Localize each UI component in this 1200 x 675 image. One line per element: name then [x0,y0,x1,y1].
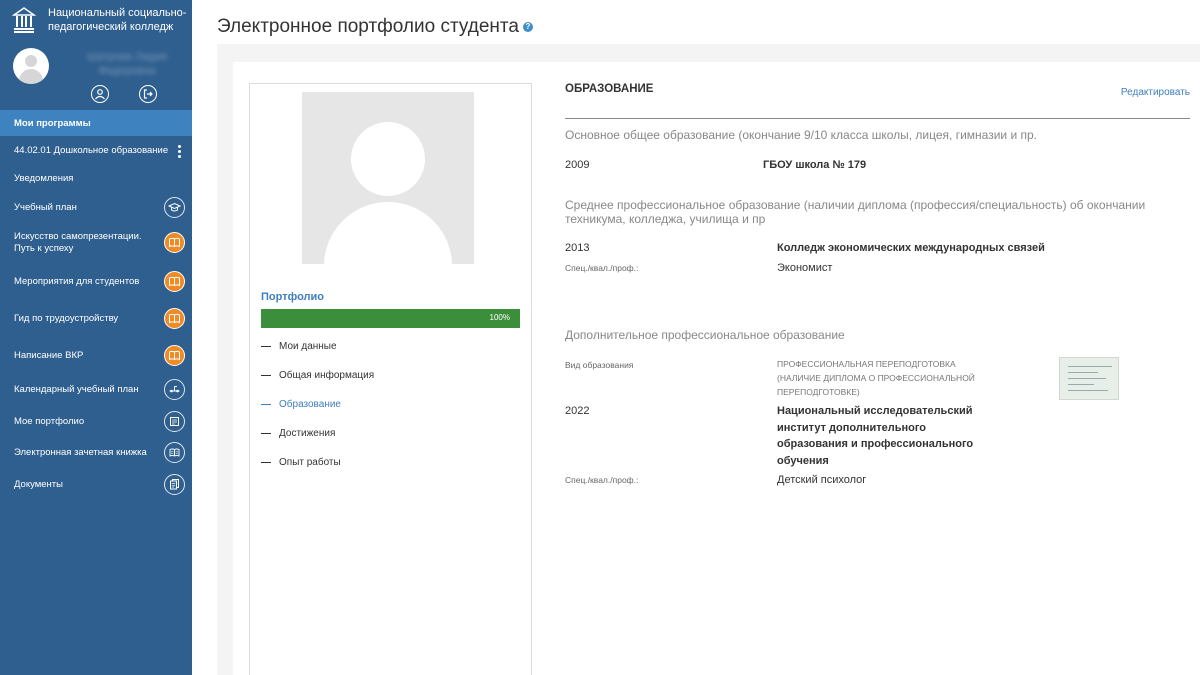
portfolio-menu-label: Достижения [279,428,336,439]
sidebar-item-study-plan[interactable]: Учебный план [0,191,192,223]
secondary-education-year: 2013 [565,242,590,254]
portfolio-menu-work-experience[interactable]: Опыт работы [261,457,341,468]
portfolio-menu-label: Образование [279,399,341,410]
sidebar-item-label: Уведомления [14,173,74,184]
sidebar-item-label: Документы [14,479,63,490]
edit-link[interactable]: Редактировать [1121,87,1190,98]
education-header: ОБРАЗОВАНИЕ Редактировать [565,83,1190,119]
portfolio-menu-achievements[interactable]: Достижения [261,428,335,439]
portfolio-menu-label: Мои данные [279,341,337,352]
sidebar-item-label: Календарный учебный план [14,384,139,395]
avatar[interactable] [13,48,49,84]
timeline-icon [164,379,185,400]
portfolio-menu-my-data[interactable]: Мои данные [261,341,337,352]
sidebar-item-record-book[interactable]: Электронная зачетная книжка [0,437,192,469]
secondary-spec-label: Спец./квал./проф.: [565,263,639,273]
user-block: Шатрова Лидия Федоровна [0,44,192,110]
sidebar-item-label: Учебный план [14,202,77,213]
portfolio-menu-general-info[interactable]: Общая информация [261,370,374,381]
sidebar: Национальный социально-педагогический ко… [0,0,192,675]
sidebar-item-label: Написание ВКР [14,350,84,361]
section-title: ОБРАЗОВАНИЕ [565,83,654,95]
secondary-education-institution: Колледж экономических международных связ… [777,242,1045,254]
additional-education-title: Дополнительное профессиональное образова… [565,328,845,342]
user-icon[interactable] [91,85,109,103]
sidebar-item-my-programs[interactable]: Мои программы [0,110,192,136]
portfolio-title: Портфолио [261,291,324,303]
sidebar-item-academic-calendar[interactable]: Календарный учебный план [0,374,192,406]
brand-name: Национальный социально-педагогический ко… [48,7,187,33]
profile-column: Портфолио 100% Мои данные Общая информац… [249,83,532,675]
graduation-cap-icon [164,197,185,218]
sidebar-item-my-portfolio[interactable]: Мое портфолио [0,406,192,437]
book-icon [164,308,185,329]
page-title-text: Электронное портфолио студента [217,16,519,37]
additional-spec-label: Спец./квал./проф.: [565,475,639,485]
sidebar-item-student-events[interactable]: Мероприятия для студентов [0,263,192,300]
portfolio-icon [164,411,185,432]
sidebar-item-thesis-writing[interactable]: Написание ВКР [0,337,192,374]
book-icon [164,232,185,253]
sidebar-item-label: Мои программы [14,118,91,129]
help-icon[interactable]: ? [522,21,533,32]
sidebar-item-label: 44.02.01 Дошкольное образование [14,145,169,156]
portfolio-menu-label: Опыт работы [279,457,341,468]
additional-type-value: ПРОФЕССИОНАЛЬНАЯ ПЕРЕПОДГОТОВКА (НАЛИЧИЕ… [777,359,975,397]
sidebar-item-label: Гид по трудоустройству [14,313,119,324]
additional-education-institution: Национальный исследовательский институт … [777,405,974,467]
sidebar-item-label: Электронная зачетная книжка [14,447,147,458]
sidebar-item-label: Мое портфолио [14,416,85,427]
record-book-icon [164,442,185,463]
sidebar-item-preschool-education[interactable]: 44.02.01 Дошкольное образование [0,136,192,163]
documents-icon [164,474,185,495]
logout-icon[interactable] [139,85,157,103]
sidebar-item-notifications[interactable]: Уведомления [0,163,192,191]
more-options-icon[interactable] [178,145,182,160]
portfolio-menu-label: Общая информация [279,370,375,381]
progress-label: 100% [489,313,510,322]
brand[interactable]: Национальный социально-педагогический ко… [0,0,192,40]
book-icon [164,271,185,292]
sidebar-item-documents[interactable]: Документы [0,469,192,501]
additional-education-year: 2022 [565,405,590,417]
progress-fill [261,309,520,328]
user-name: Шатрова Лидия Федоровна [86,51,167,77]
portfolio-progress-bar: 100% [261,309,520,328]
sidebar-item-label: Мероприятия для студентов [14,276,140,287]
basic-education-title: Основное общее образование (окончание 9/… [565,128,1037,142]
book-icon [164,345,185,366]
additional-spec-value: Детский психолог [777,474,867,486]
sidebar-item-label: Искусство самопрезентации. Путь к успеху [14,231,142,254]
college-logo-icon [12,7,36,33]
secondary-education-title: Среднее профессиональное образование (на… [565,198,1146,226]
sidebar-item-self-presentation[interactable]: Искусство самопрезентации. Путь к успеху [0,223,192,263]
secondary-spec-value: Экономист [777,262,833,274]
page-title: Электронное портфолио студента? [217,16,533,38]
basic-education-year: 2009 [565,159,590,171]
additional-type-label: Вид образования [565,360,634,370]
portfolio-menu-education[interactable]: Образование [261,399,341,410]
sidebar-item-employment-guide[interactable]: Гид по трудоустройству [0,300,192,337]
profile-photo-placeholder[interactable] [302,92,474,264]
diploma-thumbnail[interactable] [1059,357,1119,400]
basic-education-institution: ГБОУ школа № 179 [763,159,867,171]
